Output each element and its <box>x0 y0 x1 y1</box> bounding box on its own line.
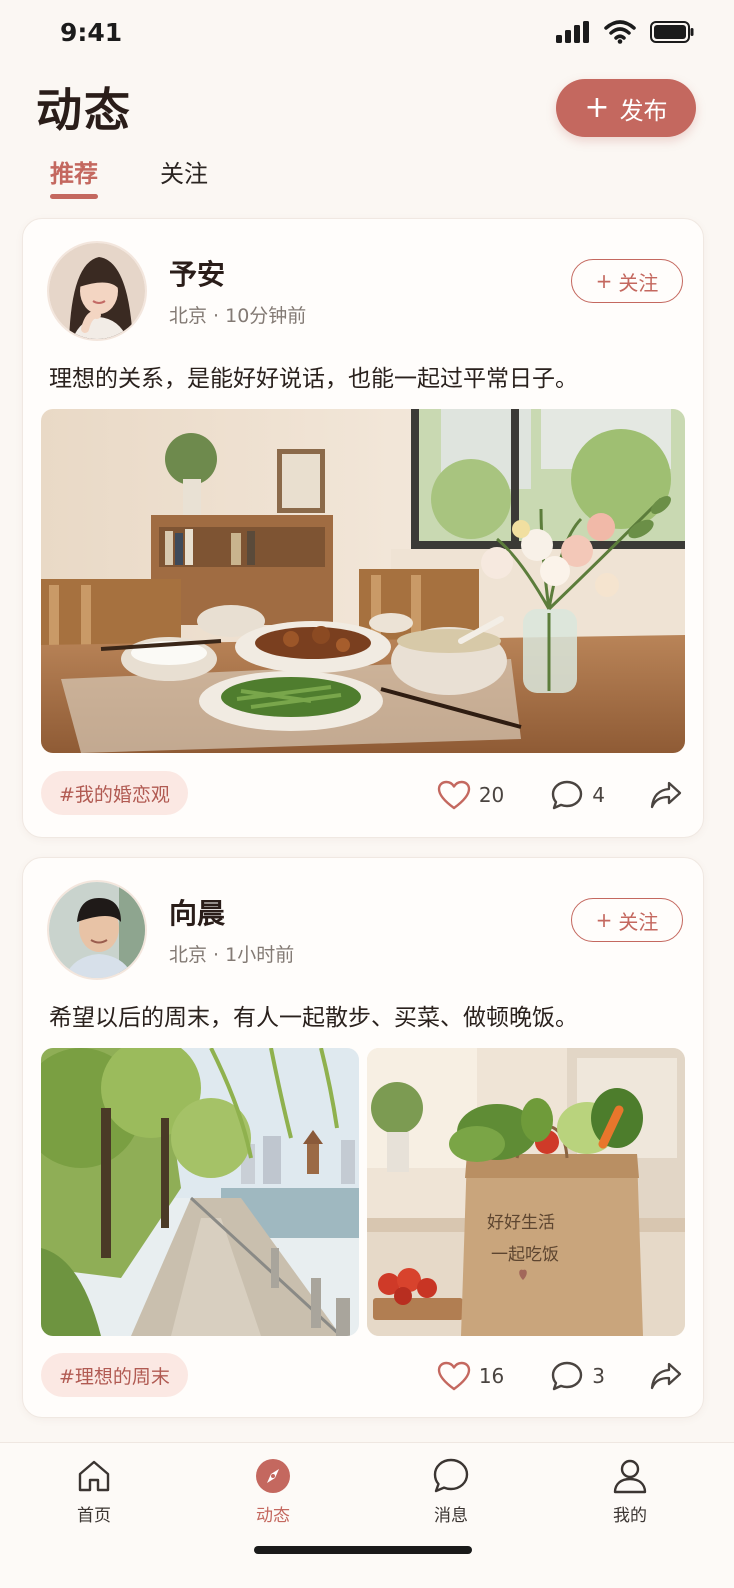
nav-home[interactable]: 首页 <box>34 1457 154 1526</box>
post-text: 理想的关系，是能好好说话，也能一起过平常日子。 <box>49 366 578 392</box>
compass-icon <box>256 1459 290 1493</box>
profile-icon <box>613 1459 647 1494</box>
post-image-park[interactable] <box>41 1048 359 1336</box>
plus-icon: + <box>584 90 610 125</box>
comment-button[interactable]: 4 <box>550 779 605 811</box>
post-tag[interactable]: #理想的周末 <box>41 1353 188 1397</box>
signal-icon <box>556 21 589 43</box>
comment-button[interactable]: 3 <box>550 1360 605 1392</box>
status-icons <box>556 20 694 44</box>
comment-icon <box>552 1361 583 1391</box>
post-image[interactable] <box>41 409 685 753</box>
like-count: 20 <box>478 783 505 807</box>
message-icon <box>433 1458 469 1493</box>
nav-feed[interactable]: 动态 <box>213 1457 333 1526</box>
follow-label: 关注 <box>618 909 659 934</box>
tab-following[interactable]: 关注 <box>160 154 208 204</box>
user-name[interactable]: 向晨 <box>169 892 225 932</box>
plus-icon: + <box>595 908 613 932</box>
comment-count: 3 <box>592 1364 605 1388</box>
tab-recommended[interactable]: 推荐 <box>50 154 98 204</box>
home-indicator <box>254 1546 472 1554</box>
status-time: 9:41 <box>60 18 123 47</box>
heart-icon <box>437 1361 471 1391</box>
post-actions: 20 4 <box>437 779 683 811</box>
battery-icon <box>650 21 694 43</box>
post-tag[interactable]: #我的婚恋观 <box>41 771 188 815</box>
post-actions: 16 3 <box>437 1360 683 1392</box>
post-meta: 北京 · 1小时前 <box>169 944 295 966</box>
post-text: 希望以后的周末，有人一起散步、买菜、做顿晚饭。 <box>49 1005 578 1031</box>
post-card: 向晨 北京 · 1小时前 + 关注 希望以后的周末，有人一起散步、买菜、做顿晚饭… <box>22 857 704 1418</box>
comment-icon <box>552 780 583 810</box>
nav-label: 消息 <box>434 1506 468 1526</box>
like-button[interactable]: 20 <box>437 780 504 810</box>
post-meta: 北京 · 10分钟前 <box>169 305 307 327</box>
nav-label: 首页 <box>77 1506 111 1526</box>
follow-button[interactable]: + 关注 <box>571 898 683 942</box>
publish-button[interactable]: + 发布 <box>556 79 696 137</box>
wifi-icon <box>604 20 636 44</box>
share-button[interactable] <box>649 1361 683 1391</box>
share-icon <box>650 781 682 809</box>
nav-label: 我的 <box>613 1506 647 1526</box>
share-button[interactable] <box>649 780 683 810</box>
user-name[interactable]: 予安 <box>169 253 225 293</box>
share-icon <box>650 1362 682 1390</box>
status-bar: 9:41 <box>0 0 734 66</box>
follow-label: 关注 <box>618 270 659 295</box>
feed-tabs: 推荐 关注 <box>50 154 208 204</box>
nav-messages[interactable]: 消息 <box>391 1457 511 1526</box>
nav-profile[interactable]: 我的 <box>570 1457 690 1526</box>
post-image-groceries[interactable]: 好好生活 一起吃饭 <box>367 1048 685 1336</box>
bag-text-line-2: 一起吃饭 <box>491 1245 559 1265</box>
plus-icon: + <box>595 269 613 293</box>
comment-count: 4 <box>592 783 605 807</box>
home-icon <box>78 1460 110 1492</box>
like-button[interactable]: 16 <box>437 1361 504 1391</box>
nav-label: 动态 <box>256 1506 290 1526</box>
publish-label: 发布 <box>619 96 668 125</box>
bag-text-line-1: 好好生活 <box>487 1213 555 1233</box>
avatar[interactable] <box>47 241 147 341</box>
like-count: 16 <box>478 1364 505 1388</box>
page-title: 动态 <box>36 83 132 137</box>
follow-button[interactable]: + 关注 <box>571 259 683 303</box>
avatar[interactable] <box>47 880 147 980</box>
bottom-nav: 首页 动态 消息 我的 <box>0 1442 734 1588</box>
post-card: 予安 北京 · 10分钟前 + 关注 理想的关系，是能好好说话，也能一起过平常日… <box>22 218 704 838</box>
heart-icon <box>437 780 471 810</box>
